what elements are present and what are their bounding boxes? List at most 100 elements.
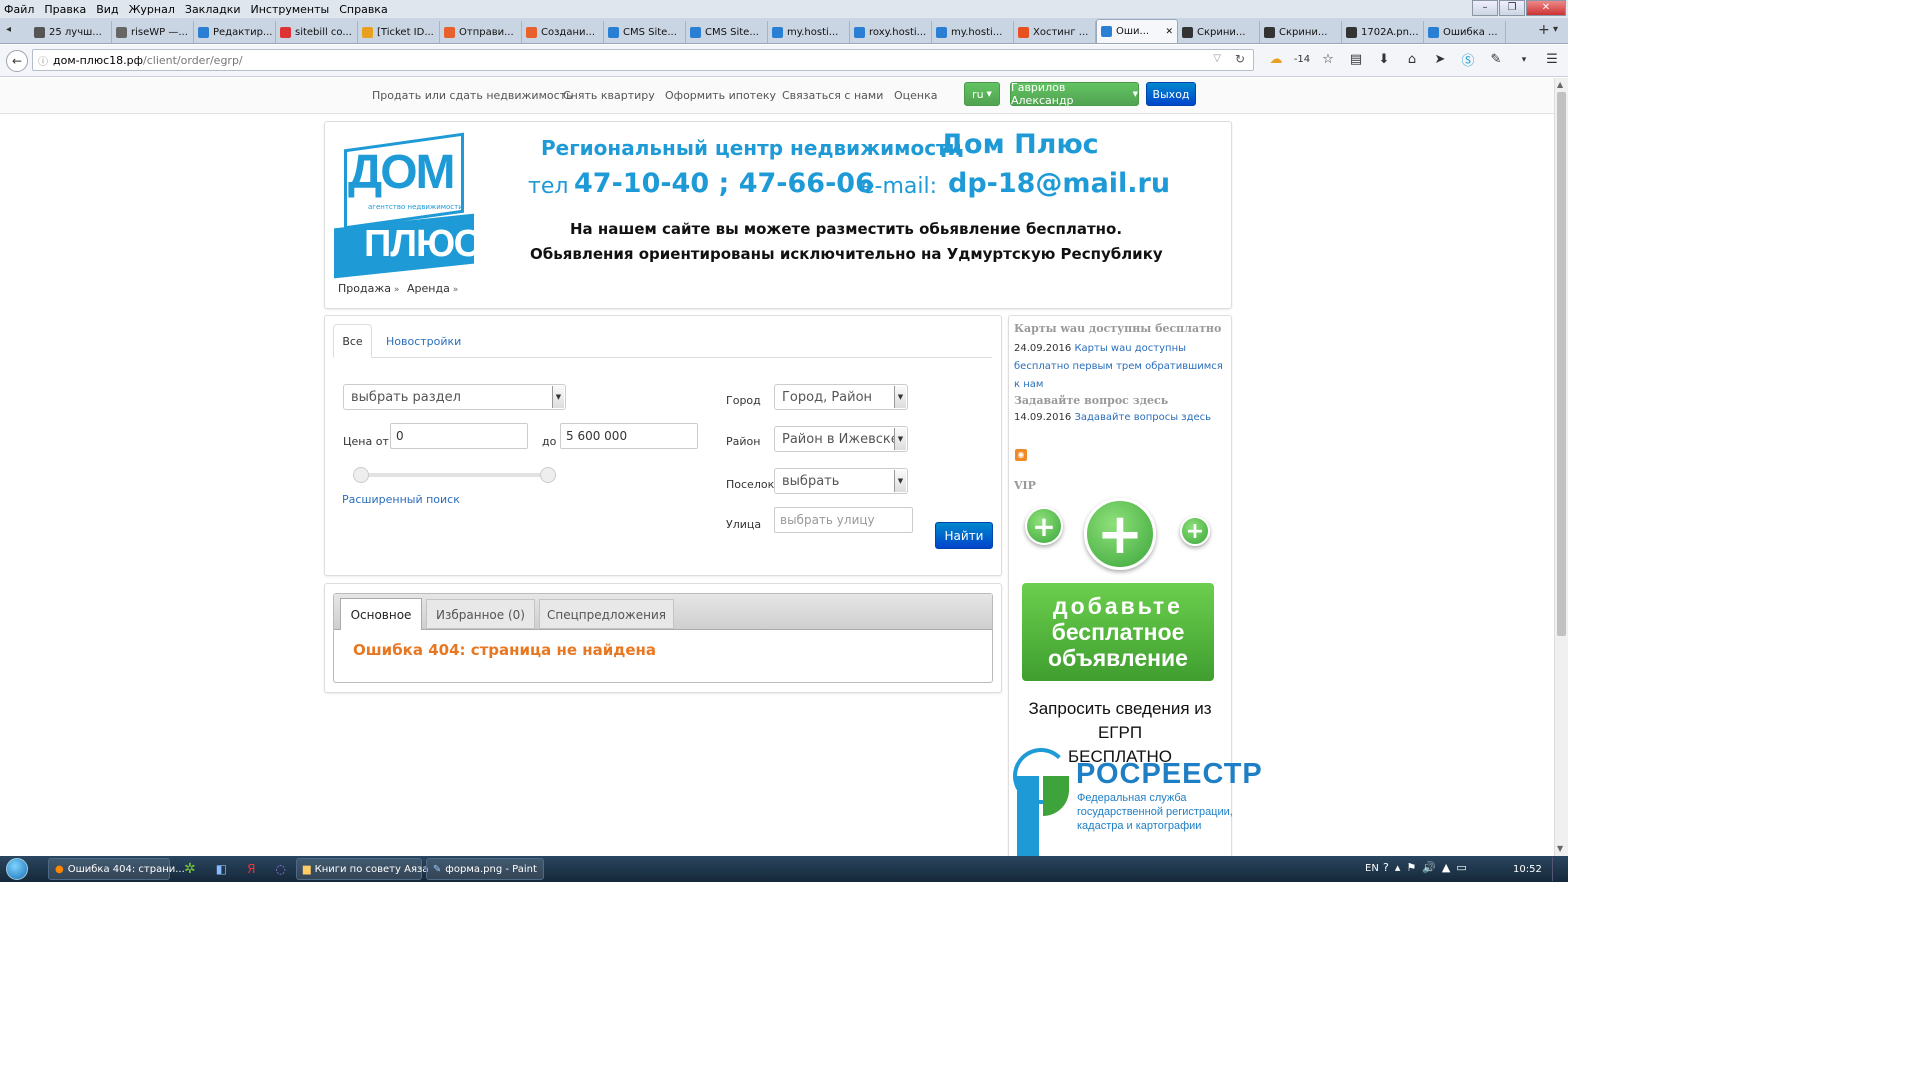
nav-contact[interactable]: Связаться с нами	[782, 89, 883, 102]
menu-item[interactable]: Справка	[339, 3, 387, 16]
show-desktop-button[interactable]	[1552, 857, 1566, 881]
vip-plus-icon-right[interactable]: +	[1180, 516, 1210, 546]
back-button[interactable]: ←	[6, 49, 28, 72]
price-from-input[interactable]: 0	[390, 423, 528, 449]
browser-tab[interactable]: roxy.hosti...	[850, 21, 932, 43]
find-button[interactable]: Найти	[935, 522, 993, 549]
close-tab-icon[interactable]: ✕	[1165, 27, 1173, 37]
city-select[interactable]: Город, Район ▼	[774, 384, 908, 410]
url-bar[interactable]: ⓘ дом-плюс18.рф/client/order/egrp/ ▽ ↻	[32, 49, 1254, 71]
browser-tab[interactable]: Скрини...	[1260, 21, 1342, 43]
menu-item[interactable]: Закладки	[185, 3, 241, 16]
company-logo[interactable]: ДОМ агентство недвижимости ПЛЮС	[334, 129, 481, 279]
news-link-2[interactable]: Задавайте вопросы здесь	[1074, 412, 1211, 423]
info-icon[interactable]: ⓘ	[38, 53, 48, 68]
browser-tab[interactable]: Хостинг ...	[1014, 21, 1096, 43]
tab-new-buildings[interactable]: Новостройки	[386, 335, 461, 348]
bookmark-star-icon[interactable]: ☆	[1314, 52, 1342, 67]
browser-tab[interactable]: CMS Site...	[686, 21, 768, 43]
street-input[interactable]: выбрать улицу	[774, 507, 913, 533]
section-select[interactable]: выбрать раздел ▼	[343, 384, 566, 410]
nav-evaluation[interactable]: Оценка	[894, 89, 938, 102]
browser-tab[interactable]: sitebill co...	[276, 21, 358, 43]
vip-plus-icon-center[interactable]: +	[1084, 498, 1156, 570]
url-dropdown-icon[interactable]: ▽	[1213, 53, 1221, 64]
tab-list-icon[interactable]: ▾	[1553, 24, 1558, 35]
taskbar-app-icon-2[interactable]: ◧	[216, 862, 227, 876]
banner-menu-sale[interactable]: Продажа »	[338, 282, 399, 295]
browser-tab[interactable]: Редактир...	[194, 21, 276, 43]
price-slider-handle-min[interactable]	[353, 467, 369, 483]
browser-tab[interactable]: 25 лучш...	[30, 21, 112, 43]
scrollbar-thumb[interactable]	[1557, 92, 1566, 636]
news-item-2: 14.09.2016 Задавайте вопросы здесь	[1014, 412, 1230, 423]
bookmarks-list-icon[interactable]: ▤	[1342, 52, 1370, 67]
skype-icon[interactable]: Ⓢ	[1454, 50, 1482, 69]
new-tab-button[interactable]: +	[1538, 22, 1550, 38]
extension-dropdown-icon[interactable]: ▾	[1510, 55, 1538, 65]
menu-item[interactable]: Журнал	[129, 3, 175, 16]
results-tab-main[interactable]: Основное	[340, 598, 422, 630]
send-icon[interactable]: ➤	[1426, 52, 1454, 67]
browser-tab[interactable]: [Ticket ID...	[358, 21, 440, 43]
browser-tab[interactable]: Оши... ✕	[1096, 19, 1178, 43]
logout-button[interactable]: Выход	[1146, 82, 1196, 106]
page-scrollbar[interactable]: ▲ ▼	[1554, 78, 1568, 856]
browser-tab[interactable]: 1702A.pn...	[1342, 21, 1424, 43]
yandex-icon[interactable]: Я	[247, 862, 255, 876]
advanced-search-link[interactable]: Расширенный поиск	[342, 493, 460, 506]
browser-tab[interactable]: Создани...	[522, 21, 604, 43]
extension-icon[interactable]: ✎	[1482, 52, 1510, 67]
nav-sell[interactable]: Продать или сдать недвижимость	[372, 89, 573, 102]
taskbar-firefox[interactable]: ● Ошибка 404: страни...	[48, 858, 185, 880]
results-tab-special[interactable]: Спецпредложения	[539, 599, 674, 629]
news-title-2[interactable]: Задавайте вопрос здесь	[1014, 394, 1168, 407]
keyboard-language[interactable]: EN	[1365, 863, 1379, 874]
scroll-down-icon[interactable]: ▼	[1557, 844, 1563, 853]
user-menu-button[interactable]: Гаврилов Александр ▼	[1010, 81, 1139, 107]
browser-tab[interactable]: riseWP —...	[112, 21, 194, 43]
tab-all[interactable]: Все	[333, 324, 372, 358]
home-icon[interactable]: ⌂	[1398, 52, 1426, 67]
browser-tab[interactable]: CMS Site...	[604, 21, 686, 43]
download-icon[interactable]: ⬇	[1370, 52, 1398, 67]
start-button[interactable]	[0, 856, 34, 882]
hamburger-menu-icon[interactable]: ☰	[1538, 52, 1566, 67]
browser-tab[interactable]: Отправи...	[440, 21, 522, 43]
nav-mortgage[interactable]: Оформить ипотеку	[665, 89, 776, 102]
price-slider-track[interactable]	[360, 473, 550, 477]
browser-tab[interactable]: my.hosti...	[768, 21, 850, 43]
taskbar-paint[interactable]: ✎ форма.png - Paint	[425, 858, 544, 880]
tab-scroll-left-icon[interactable]: ◂	[6, 24, 11, 35]
menu-item[interactable]: Правка	[44, 3, 86, 16]
scroll-up-icon[interactable]: ▲	[1557, 80, 1563, 89]
taskbar-folder[interactable]: ▆ Книги по совету Аяза	[295, 858, 428, 880]
maximize-button[interactable]: ❐	[1499, 0, 1525, 16]
browser-tab[interactable]: Скрини...	[1178, 21, 1260, 43]
system-tray-icons[interactable]: ?▴⚑🔊▲▭	[1383, 861, 1473, 874]
rss-icon[interactable]: ◉	[1015, 449, 1027, 461]
close-window-button[interactable]: ✕	[1526, 0, 1566, 16]
district-select[interactable]: Район в Ижевске ▼	[774, 426, 908, 452]
browser-tab[interactable]: my.hosti...	[932, 21, 1014, 43]
price-to-input[interactable]: 5 600 000	[560, 423, 698, 449]
village-select[interactable]: выбрать ▼	[774, 468, 908, 494]
add-free-ad-banner[interactable]: добавьте бесплатное объявление	[1022, 583, 1214, 681]
results-tab-favorites[interactable]: Избранное (0)	[426, 599, 535, 629]
vip-plus-icon-left[interactable]: +	[1025, 507, 1063, 545]
minimize-button[interactable]: –	[1472, 0, 1498, 16]
price-slider-handle-max[interactable]	[540, 467, 556, 483]
news-title-1[interactable]: Карты wau доступны бесплатно	[1014, 322, 1221, 335]
weather-icon[interactable]: ☁	[1262, 52, 1290, 67]
rosreestr-title[interactable]: РОСРЕЕСТР	[1076, 758, 1263, 791]
banner-menu-rent[interactable]: Аренда »	[407, 282, 458, 295]
viber-icon[interactable]: ◌	[275, 862, 285, 876]
menu-item[interactable]: Файл	[4, 3, 34, 16]
language-button[interactable]: ru ▼	[964, 82, 1000, 106]
menu-item[interactable]: Инструменты	[251, 3, 330, 16]
browser-tab[interactable]: Ошибка ...	[1424, 21, 1506, 43]
taskbar-app-icon-1[interactable]: ✲	[184, 861, 196, 877]
nav-rent[interactable]: Снять квартиру	[563, 89, 655, 102]
menu-item[interactable]: Вид	[96, 3, 118, 16]
reload-icon[interactable]: ↻	[1235, 52, 1245, 66]
